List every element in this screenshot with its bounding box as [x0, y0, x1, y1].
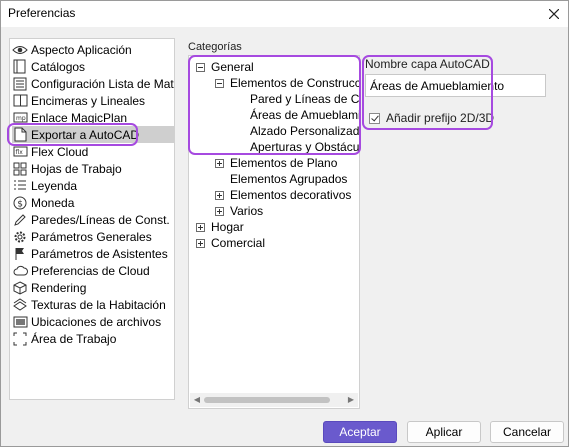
texture-icon: [12, 297, 28, 313]
workspace-icon: [12, 331, 28, 347]
preferences-dialog: Preferencias Aspecto Aplicación Catálogo…: [0, 0, 569, 447]
highlight-box-layer-settings: [362, 55, 493, 130]
expand-icon[interactable]: [215, 206, 224, 216]
sidebar-item-encimeras-lineales[interactable]: Encimeras y Lineales: [12, 92, 174, 109]
tree-node-label: Hogar: [211, 220, 244, 234]
eye-icon: [12, 42, 28, 58]
expand-icon[interactable]: [196, 238, 205, 248]
folder-icon: [12, 314, 28, 330]
sidebar-item-label: Flex Cloud: [31, 144, 89, 159]
scrollbar-thumb[interactable]: [204, 397, 330, 403]
sidebar-item-paredes-lineas[interactable]: Paredes/Líneas de Const.: [12, 211, 174, 228]
sidebar-item-label: Parámetros de Asistentes: [31, 246, 168, 261]
sidebar-item-configuracion-lista-materiales[interactable]: Configuración Lista de Materiales: [12, 75, 174, 92]
tree-node-elementos-decorativos[interactable]: Elementos decorativos: [215, 187, 351, 203]
sidebar-item-aspecto-aplicacion[interactable]: Aspecto Aplicación: [12, 41, 174, 58]
highlight-box-tree-branch: [188, 55, 361, 155]
expand-icon[interactable]: [215, 190, 224, 200]
tree-node-label: Varios: [230, 204, 264, 218]
sidebar-item-label: Hojas de Trabajo: [31, 161, 122, 176]
sidebar-item-preferencias-cloud[interactable]: Preferencias de Cloud: [12, 262, 174, 279]
sidebar-item-label: Ubicaciones de archivos: [31, 314, 162, 329]
worksheet-icon: [12, 161, 28, 177]
tree-node-label: Elementos decorativos: [230, 188, 352, 202]
close-icon: [549, 9, 559, 19]
sidebar-item-label: Paredes/Líneas de Const.: [31, 212, 170, 227]
sidebar-item-leyenda[interactable]: Leyenda: [12, 177, 174, 194]
tree-node-label: Comercial: [211, 236, 266, 250]
categories-label: Categorías: [188, 41, 242, 53]
sidebar-item-rendering[interactable]: Rendering: [12, 279, 174, 296]
flag-icon: [12, 246, 28, 262]
countertop-icon: [12, 93, 28, 109]
sidebar-item-ubicaciones-archivos[interactable]: Ubicaciones de archivos: [12, 313, 174, 330]
sidebar-item-parametros-generales[interactable]: Parámetros Generales: [12, 228, 174, 245]
tree-node-elementos-agrupados[interactable]: Elementos Agrupados: [230, 171, 347, 187]
scroll-left-icon[interactable]: ◀: [192, 395, 202, 405]
sidebar-item-area-trabajo[interactable]: Área de Trabajo: [12, 330, 174, 347]
preferences-sidebar: Aspecto Aplicación Catálogos Configuraci…: [9, 38, 175, 400]
list-icon: [12, 76, 28, 92]
sidebar-item-label: Texturas de la Habitación: [31, 297, 166, 312]
apply-button[interactable]: Aplicar: [407, 421, 481, 443]
accept-button[interactable]: Aceptar: [323, 421, 397, 443]
svg-text:flx: flx: [15, 149, 23, 156]
sidebar-item-label: Moneda: [31, 195, 75, 210]
sidebar-item-label: Preferencias de Cloud: [31, 263, 150, 278]
expand-icon[interactable]: [196, 222, 205, 232]
title-bar: Preferencias: [1, 1, 568, 27]
sidebar-item-label: Leyenda: [31, 178, 78, 193]
currency-icon: $: [12, 195, 28, 211]
tree-node-label: Elementos de Plano: [230, 156, 338, 170]
sidebar-item-label: Catálogos: [31, 59, 86, 74]
tree-node-varios[interactable]: Varios: [215, 203, 263, 219]
sidebar-item-label: Configuración Lista de Materiales: [31, 76, 174, 91]
sidebar-item-label: Área de Trabajo: [31, 331, 117, 346]
tree-node-elementos-plano[interactable]: Elementos de Plano: [215, 155, 337, 171]
horizontal-scrollbar[interactable]: ◀ ▶: [190, 393, 358, 407]
sidebar-item-texturas-habitacion[interactable]: Texturas de la Habitación: [12, 296, 174, 313]
tree-node-hogar[interactable]: Hogar: [196, 219, 244, 235]
gear-icon: [12, 229, 28, 245]
highlight-box-sidebar-item: [7, 123, 138, 146]
scroll-right-icon[interactable]: ▶: [346, 395, 356, 405]
cube-icon: [12, 280, 28, 296]
cloud-icon: [12, 263, 28, 279]
close-button[interactable]: [540, 1, 568, 27]
sidebar-item-moneda[interactable]: $ Moneda: [12, 194, 174, 211]
tree-node-comercial[interactable]: Comercial: [196, 235, 265, 251]
svg-text:$: $: [17, 199, 23, 209]
expand-icon[interactable]: [215, 158, 224, 168]
sidebar-item-hojas-trabajo[interactable]: Hojas de Trabajo: [12, 160, 174, 177]
window-title: Preferencias: [8, 6, 76, 20]
sidebar-item-catalogos[interactable]: Catálogos: [12, 58, 174, 75]
tree-node-label: Elementos Agrupados: [230, 172, 348, 186]
legend-icon: [12, 178, 28, 194]
sidebar-item-label: Aspecto Aplicación: [31, 42, 132, 57]
svg-text:mp: mp: [16, 115, 26, 122]
sidebar-item-parametros-asistentes[interactable]: Parámetros de Asistentes: [12, 245, 174, 262]
catalog-icon: [12, 59, 28, 75]
sidebar-item-label: Parámetros Generales: [31, 229, 152, 244]
pencil-icon: [12, 212, 28, 228]
sidebar-item-label: Encimeras y Lineales: [31, 93, 146, 108]
sidebar-item-label: Rendering: [31, 280, 87, 295]
cancel-button[interactable]: Cancelar: [490, 421, 564, 443]
